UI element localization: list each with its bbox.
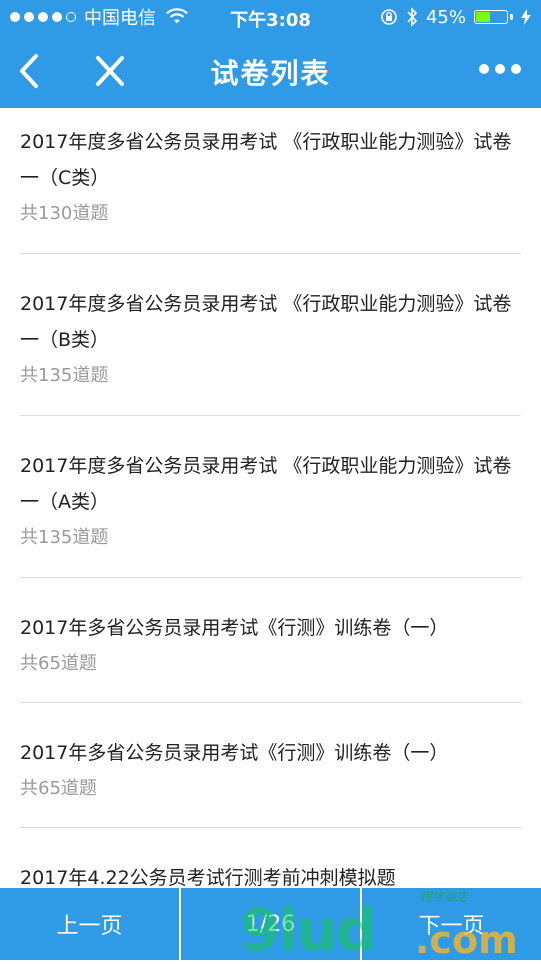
bluetooth-icon [407,7,418,27]
paper-title: 2017年度多省公务员录用考试 《行政职业能力测验》试卷一（A类） [20,455,512,513]
nav-bar: 试卷列表 [0,34,541,108]
pagination-bar: 上一页 1/26 下一页 9lud .com 程序商店 [0,888,541,964]
list-item[interactable]: 2017年多省公务员录用考试《行测》训练卷（一） 共65道题 [20,703,521,828]
carrier-name: 中国电信 [84,8,156,29]
paper-title: 2017年4.22公务员考试行测考前冲刺模拟题 [20,867,396,889]
battery-percent: 45% [425,6,466,28]
page-title: 试卷列表 [210,57,331,90]
list-item[interactable]: 2017年多省公务员录用考试《行测》训练卷（一） 共65道题 [20,578,521,703]
charging-icon [521,9,531,25]
prev-page-button[interactable]: 上一页 [0,888,179,960]
list-item[interactable]: 2017年度多省公务员录用考试 《行政职业能力测验》试卷一（C类） 共130道题 [20,108,521,254]
next-page-button[interactable]: 下一页 [362,888,541,960]
paper-title: 2017年多省公务员录用考试《行测》训练卷（一） [20,742,449,764]
paper-title: 2017年多省公务员录用考试《行测》训练卷（一） [20,617,449,639]
paper-list: 2017年度多省公务员录用考试 《行政职业能力测验》试卷一（C类） 共130道题… [0,108,541,953]
battery-icon [474,10,513,24]
wifi-icon [166,8,188,24]
page-indicator: 1/26 [245,911,296,937]
question-count: 共130道题 [20,203,109,224]
status-bar: 中国电信 下午3:08 45% [0,0,541,34]
orientation-lock-icon [381,9,397,25]
paper-title: 2017年度多省公务员录用考试 《行政职业能力测验》试卷一（B类） [20,293,512,351]
list-item[interactable]: 2017年度多省公务员录用考试 《行政职业能力测验》试卷一（A类） 共135道题 [20,416,521,578]
signal-strength-icon [10,12,76,22]
more-options-icon[interactable] [479,64,521,74]
status-time: 下午3:08 [230,10,311,31]
question-count: 共65道题 [20,778,97,799]
question-count: 共135道题 [20,527,109,548]
question-count: 共65道题 [20,653,97,674]
list-item[interactable]: 2017年度多省公务员录用考试 《行政职业能力测验》试卷一（B类） 共135道题 [20,254,521,416]
question-count: 共135道题 [20,365,109,386]
paper-title: 2017年度多省公务员录用考试 《行政职业能力测验》试卷一（C类） [20,131,512,189]
